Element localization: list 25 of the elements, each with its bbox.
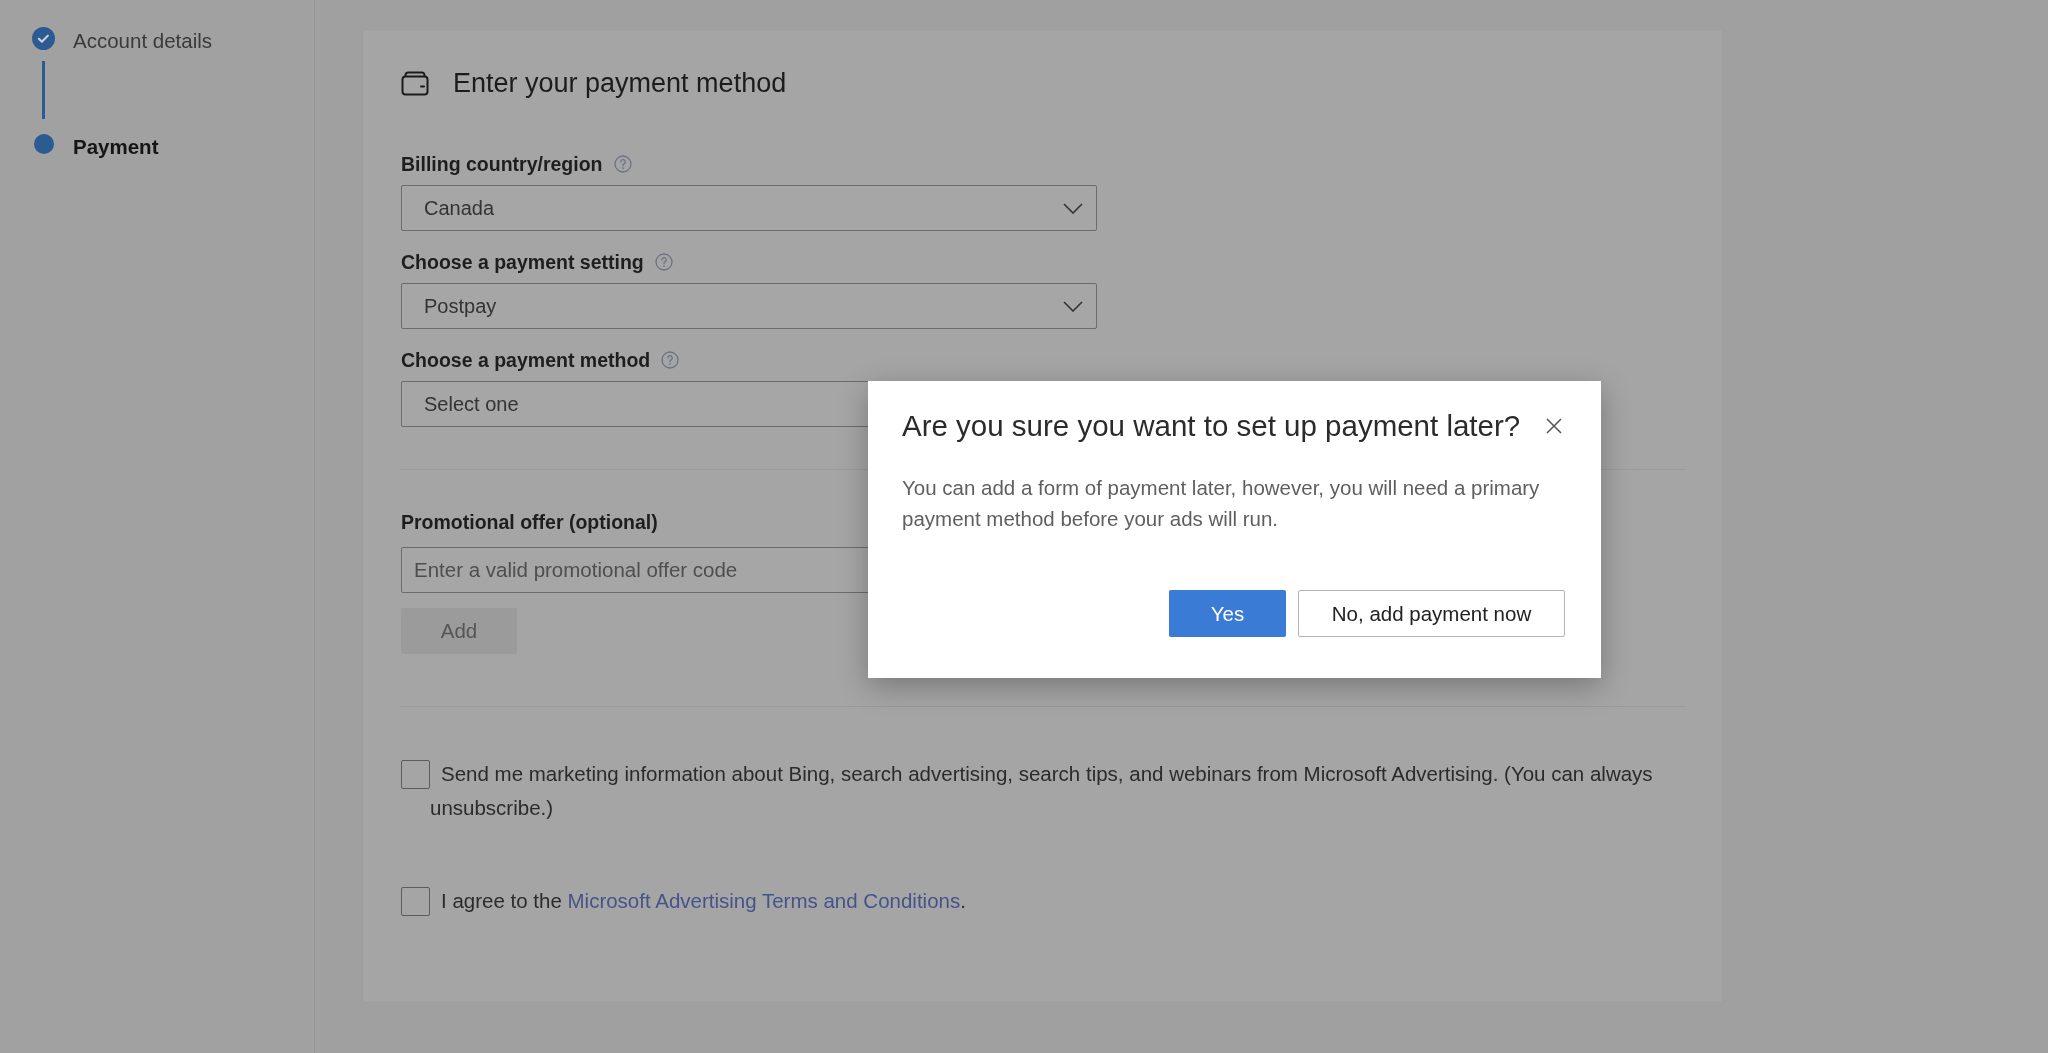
step-label[interactable]: Payment [73,134,159,160]
field-label: Promotional offer (optional) [401,510,658,534]
dropdown[interactable]: Postpay [401,283,1097,329]
step-connector [42,61,45,119]
field-label: Billing country/region [401,152,603,176]
dropdown[interactable]: Canada [401,185,1097,231]
help-icon[interactable] [613,155,632,173]
checkbox[interactable] [401,760,430,789]
checkbox-label: I agree to the Microsoft Advertising Terms and Conditions. [440,888,967,914]
checkbox[interactable] [401,887,430,916]
field-label: Choose a payment setting [401,250,644,274]
chevron-down-icon [1063,202,1083,214]
terms-link[interactable]: Microsoft Advertising Terms and Conditions [567,889,961,912]
chevron-down-icon [1063,300,1083,312]
close-icon[interactable] [1546,418,1562,434]
confirm-button[interactable]: Yes [1169,590,1286,637]
checkbox-label: Send me marketing information about Bing, search advertising, search tips, and webinars from Microsoft Advertising. (You can always unsubscribe.) [430,761,1654,821]
step-label[interactable]: Account details [73,28,213,54]
dialog-message: You can add a form of payment later, however, you will need a primary payment method before your ads will run. [902,475,1541,532]
help-icon[interactable] [661,351,680,369]
wallet-icon [401,70,429,96]
help-icon[interactable] [654,253,673,271]
field-label: Choose a payment method [401,348,651,372]
cancel-button[interactable]: No, add payment now [1298,590,1565,637]
form-title: Enter your payment method [453,67,787,99]
